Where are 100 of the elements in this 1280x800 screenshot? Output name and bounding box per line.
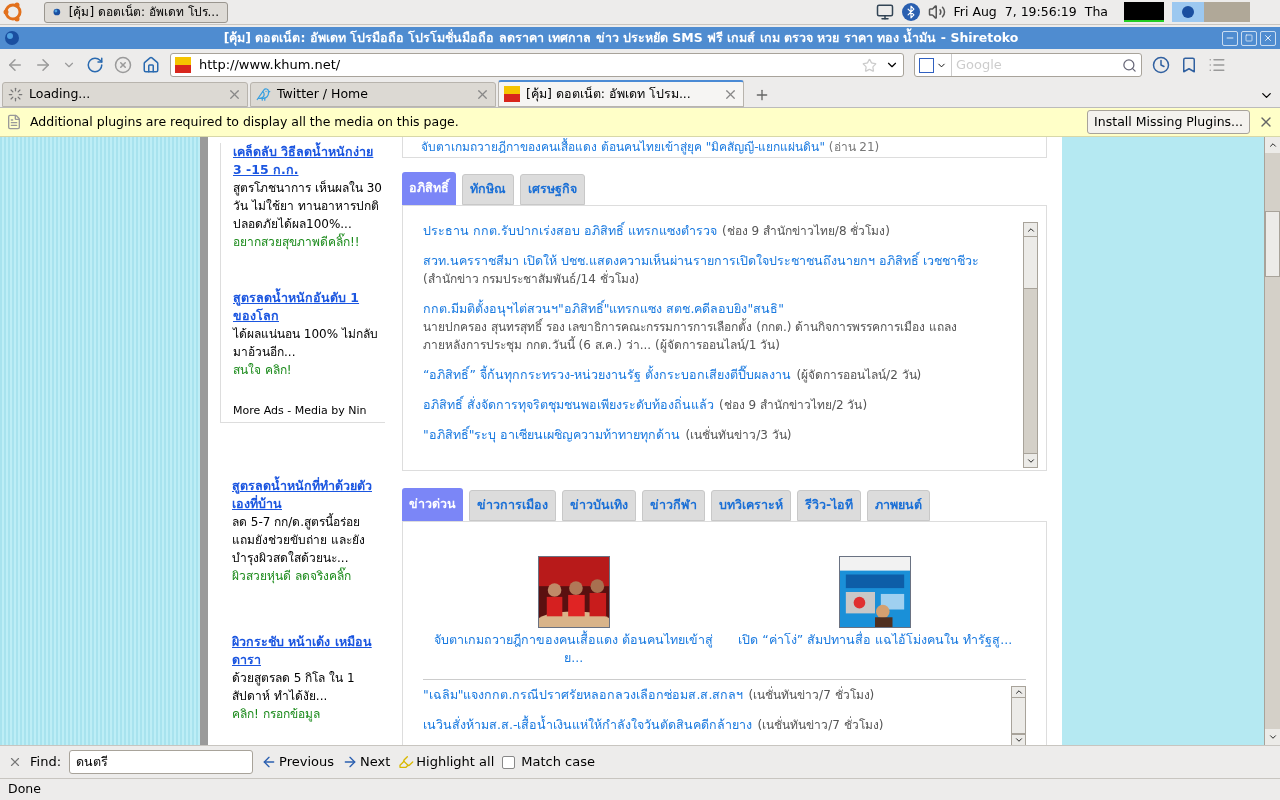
browser-tab[interactable]: Twitter / Home xyxy=(250,82,496,107)
browser-tab[interactable]: Loading... xyxy=(2,82,248,107)
globe-icon xyxy=(4,30,20,46)
news-link[interactable]: เนวินสั่งห้ามส.ส.-เสื้อน้ำเงินแห่ให้กำลังใจวันตัดสินคดีกล้ายาง xyxy=(423,716,753,734)
history-button[interactable] xyxy=(1152,56,1170,74)
ad-link[interactable]: ผิวกระชับ หน้าเด้ง เหมือนดารา xyxy=(232,632,385,669)
notification-text: Additional plugins are required to display all the media on this page. xyxy=(30,112,460,131)
news-tab[interactable]: บทวิเคราะห์ xyxy=(711,490,791,521)
ad-text: ด้วยสูตรลด 5 กิโล ใน 1 สัปดาห์ ทำได้งัย... xyxy=(232,669,356,705)
ad-text: สูตรโภชนาการ เห็นผลใน 30 วัน ไม่ใช้ยา ทานอาหารปกติ ปลอดภัยได้ผล100%... xyxy=(233,179,383,233)
news-tab[interactable]: ข่าวการเมือง xyxy=(469,490,556,521)
news-link[interactable]: อภิสิทธิ์ สั่งจัดการทุจริตชุมชนพอเพียงระดับท้องถิ่นแล้ว xyxy=(423,396,714,414)
highlighter-icon xyxy=(398,754,415,770)
browser-tab[interactable]: [คุ้ม] ดอตเน็ต: อัพเดท โปรม... xyxy=(498,80,744,107)
scroll-up-icon[interactable] xyxy=(1013,687,1024,697)
ad-link[interactable]: เคล็ดลับ วิธีลดน้ำหนักง่าย 3 -15 ก.ก. xyxy=(233,143,385,179)
install-plugins-button[interactable]: Install Missing Plugins... xyxy=(1087,110,1250,134)
ad-link[interactable]: สูตรลดน้ำหนักที่ทำด้วยตัวเองที่บ้าน xyxy=(232,476,385,513)
ad-action-link[interactable]: คลิก! กรอกข้อมูล xyxy=(232,704,385,723)
back-button[interactable] xyxy=(6,56,24,74)
ad-action-link[interactable]: อยากสวยสุขภาพดีคลิ๊ก!! xyxy=(233,233,385,251)
minimize-button[interactable] xyxy=(1222,30,1238,46)
taskbar-button[interactable]: [คุ้ม] ดอตเน็ต: อัพเดท โปร... xyxy=(44,1,228,23)
tab-close-icon[interactable] xyxy=(227,87,242,102)
keyboard-layout[interactable]: Tha xyxy=(1084,2,1108,22)
news-source: (สำนักข่าว กรมประชาสัมพันธ์/14 ชั่วโมง) xyxy=(423,270,640,288)
news-tab[interactable]: ภาพยนต์ xyxy=(867,490,931,521)
news-link[interactable]: สวท.นครราชสีมา เปิดให้ ปชช.แสดงความเห็นผ่านรายการเปิดใจประชาชนถึงนายกฯ อภิสิทธิ์ เวชชาชีวะ xyxy=(423,252,979,270)
ads-footer: More Ads - Media by Nin xyxy=(233,403,385,420)
close-find-icon[interactable] xyxy=(8,755,22,769)
news-source: (เนชั่นทันข่าว/7 ชั่วโมง) xyxy=(748,686,875,704)
news-tab[interactable]: ข่าวบันเทิง xyxy=(562,490,636,521)
window-title: [คุ้ม] ดอตเน็ต: อัพเดท โปรมือถือ โปรโมชั่นมือถือ ลดราคา เทศกาล ข่าว ประหยัด SMS ฟรี เกมส์ เกม ตรวจ หวย ราคา ทอง น้ำมัน - Shiretoko xyxy=(222,28,1020,48)
tab-title: Loading... xyxy=(29,85,92,104)
previous-button[interactable]: Previous xyxy=(261,752,334,772)
news-source: (ช่อง 9 สำนักข่าวไทย/2 วัน) xyxy=(719,397,868,414)
news-tab[interactable]: ทักษิณ xyxy=(462,174,514,205)
news-link[interactable]: กกต.มีมติตั้งอนุฯไต่สวนฯ"อภิสิทธิ์"แทรกแซง สตช.คดีลอบยิง"สนธิ" xyxy=(423,300,784,318)
next-button[interactable]: Next xyxy=(341,752,391,772)
new-tab-button[interactable] xyxy=(754,87,770,103)
scroll-thumb[interactable] xyxy=(1265,211,1280,277)
search-icon[interactable] xyxy=(1122,57,1137,73)
reload-button[interactable] xyxy=(86,56,104,74)
news-tab[interactable]: เศรษฐกิจ xyxy=(520,174,585,205)
system-monitor xyxy=(1124,2,1164,22)
featured-caption[interactable]: เปิด “ค่าโง่” สัมปทานสื่อ แฉไอ้โม่งคนใน ทำรัฐสู... xyxy=(730,631,1021,649)
site-favicon-icon xyxy=(175,57,191,73)
url-field[interactable]: http://www.khum.net/ xyxy=(170,53,904,77)
scroll-thumb[interactable] xyxy=(1024,237,1037,289)
match-case-label: Match case xyxy=(521,753,595,772)
news-link[interactable]: “อภิสิทธิ์” จี้ก้นทุกกระทรวง-หน่วยงานรัฐ ตั้งกระบอกเสียงตีปี๊บผลงาน xyxy=(423,366,792,384)
scroll-up-icon[interactable] xyxy=(1267,140,1278,150)
news-tab[interactable]: รีวิว-ไอที xyxy=(797,490,862,521)
plugin-icon xyxy=(6,114,22,130)
news-link[interactable]: "อภิสิทธิ์"ระบุ อาเซียนเผชิญความท้าทายทุกด้าน xyxy=(423,426,681,444)
bookmark-star-icon[interactable] xyxy=(862,57,877,73)
page-menu-button[interactable] xyxy=(1208,56,1226,74)
scroll-thumb[interactable] xyxy=(1012,698,1025,734)
news-link[interactable]: "เฉลิม"แจงกกต.กรณีปราศรัยหลอกลวงเลือกซ่อมส.ส.สกลฯ xyxy=(423,686,744,704)
maximize-button[interactable] xyxy=(1241,30,1257,46)
workspace-switcher[interactable] xyxy=(1172,2,1250,22)
bookmarks-button[interactable] xyxy=(1180,56,1198,74)
ad-link[interactable]: สูตรลดน้ำหนักอันดับ 1 ของโลก xyxy=(233,289,385,325)
ad-action-link[interactable]: สนใจ คลิก! xyxy=(233,361,385,379)
news-tab[interactable]: ข่าวด่วน xyxy=(402,488,463,521)
scrollbar[interactable] xyxy=(1011,686,1026,745)
headline-link[interactable]: จับตาเกมถวายฎีกาของคนเสื้อแดง ต้อนคนไทยเข้าสู่ยุค "มิคสัญญี-แยกแผ่นดิน" xyxy=(421,140,825,154)
match-case-checkbox[interactable] xyxy=(502,755,516,769)
maximize-icon xyxy=(1245,34,1253,42)
highlight-all-button[interactable]: Highlight all xyxy=(398,752,495,772)
news-source: นายปกครอง สุนทรสุทธิ์ รอง เลขาธิการคณะกรรมการการเลือกตั้ง (กกต.) ด้านกิจการพรรคการเมือง แถลงภายหลังการประชุม กกต.วันนี้ (6 ส.ค.) ว่า... (ผู้จัดการออนไลน์/1 วัน) xyxy=(423,318,959,354)
news-tab[interactable]: อภิสิทธิ์ xyxy=(402,172,456,205)
scroll-down-icon[interactable] xyxy=(1267,732,1278,742)
ad-action-link[interactable]: ผิวสวยหุ่นดี ลดจริงคลิ๊ก xyxy=(232,566,385,585)
page-scrollbar[interactable] xyxy=(1264,137,1280,745)
find-field[interactable]: ดนตรี xyxy=(69,750,253,774)
bluetooth-icon[interactable] xyxy=(901,3,920,21)
scrollbar[interactable] xyxy=(1023,222,1038,468)
news-link[interactable]: ประธาน กกต.รับปากเร่งสอบ อภิสิทธิ์ แทรกแซงตำรวจ xyxy=(423,222,717,240)
clock[interactable]: Fri Aug 7, 19:56:19 xyxy=(953,2,1077,22)
logo-icon[interactable] xyxy=(2,1,24,23)
network-icon[interactable] xyxy=(875,3,894,21)
ad-text: ได้ผลแน่นอน 100% ไม่กลับมาอ้วนอีก... xyxy=(233,326,379,361)
volume-icon[interactable] xyxy=(927,3,946,21)
url-text: http://www.khum.net/ xyxy=(199,56,342,75)
news-source: (เนชั่นทันข่าว/3 วัน) xyxy=(685,426,792,444)
close-button[interactable] xyxy=(1260,30,1276,46)
featured-caption[interactable]: จับตาเกมถวายฎีกาของคนเสื้อแดง ต้อนคนไทยเข้าสู่ย... xyxy=(428,631,719,667)
forward-button[interactable] xyxy=(34,56,52,74)
news-tab[interactable]: ข่าวกีฬา xyxy=(642,490,705,521)
tab-title: Twitter / Home xyxy=(277,85,369,104)
stop-button[interactable] xyxy=(114,56,132,74)
site-favicon-icon xyxy=(504,86,520,102)
home-button[interactable] xyxy=(142,56,160,74)
status-text: Done xyxy=(8,780,41,799)
globe-icon xyxy=(1181,5,1195,19)
tab-close-icon[interactable] xyxy=(475,87,490,102)
search-engine-icon[interactable] xyxy=(919,57,934,73)
find-label: Find: xyxy=(30,753,61,772)
scroll-down-icon[interactable] xyxy=(1013,735,1024,745)
